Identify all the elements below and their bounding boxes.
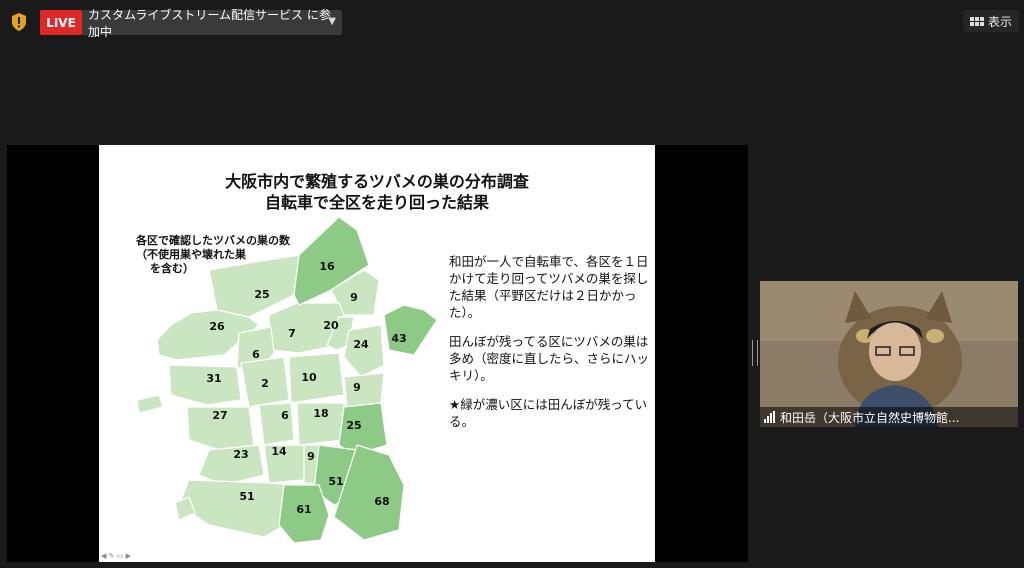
participant-name: 和田岳（大阪市立自然史博物館... bbox=[780, 410, 960, 425]
chevron-down-icon: ▼ bbox=[328, 16, 336, 27]
ward-count-label: 6 bbox=[252, 348, 260, 361]
ward-count-label: 2 bbox=[261, 377, 269, 390]
ward-small-west bbox=[136, 394, 164, 414]
slide-paragraph-3: ★緑が濃い区には田んぼが残っている。 bbox=[449, 397, 648, 429]
ward-count-label: 6 bbox=[281, 409, 289, 422]
slide-paragraph-2: 田んぼが残ってる区にツバメの巣は多め（密度に直したら、さらにハッキリ）。 bbox=[449, 334, 650, 383]
ward-count-label: 9 bbox=[350, 291, 358, 304]
ward-count-label: 25 bbox=[346, 419, 361, 432]
shield-icon[interactable] bbox=[10, 12, 28, 32]
participant-name-bar: 和田岳（大阪市立自然史博物館... bbox=[760, 407, 1018, 427]
ward-count-label: 25 bbox=[254, 288, 269, 301]
ward-23 bbox=[198, 444, 265, 486]
ward-count-label: 68 bbox=[374, 495, 389, 508]
ward-count-label: 43 bbox=[391, 332, 406, 345]
ward-count-label: 26 bbox=[209, 320, 225, 333]
map-caption-line1: 各区で確認したツバメの巣の数 bbox=[136, 234, 290, 247]
ward-24 bbox=[343, 324, 385, 378]
grid-icon bbox=[969, 16, 984, 26]
panel-splitter[interactable] bbox=[752, 340, 758, 366]
map-caption-line2: （不使用巣や壊れた巣 bbox=[136, 248, 246, 261]
live-badge[interactable]: LIVE bbox=[40, 10, 82, 35]
participant-video-frame bbox=[760, 281, 1018, 427]
ward-count-label: 14 bbox=[271, 445, 287, 458]
slide-body-text: 和田が一人で自転車で、各区を１日かけて走り回ってツバメの巣を探した結果（平野区だ… bbox=[449, 253, 649, 442]
ward-count-label: 20 bbox=[323, 319, 339, 332]
slide-paragraph-1: 和田が一人で自転車で、各区を１日かけて走り回ってツバメの巣を探した結果（平野区だ… bbox=[449, 254, 649, 320]
ward-43 bbox=[383, 304, 438, 356]
view-button[interactable]: 表示 bbox=[963, 10, 1019, 32]
ward-count-label: 18 bbox=[313, 407, 328, 420]
slide-nav-controls[interactable]: ◀ ✎ ▭ ▶ bbox=[101, 552, 131, 560]
signal-bars-icon bbox=[764, 411, 775, 423]
ward-31 bbox=[168, 364, 242, 406]
live-stream-dropdown[interactable]: カスタムライブストリーム配信サービス に参加中 ▼ bbox=[82, 8, 342, 39]
ward-count-label: 24 bbox=[353, 338, 369, 351]
ward-count-label: 61 bbox=[296, 503, 311, 516]
ward-count-label: 9 bbox=[307, 450, 315, 463]
ward-51a bbox=[178, 479, 295, 538]
participant-video[interactable]: 和田岳（大阪市立自然史博物館... bbox=[760, 281, 1018, 427]
ward-9b bbox=[343, 372, 385, 408]
map-caption: 各区で確認したツバメの巣の数 （不使用巣や壊れた巣 を含む） bbox=[136, 234, 290, 276]
map-caption-line3: を含む） bbox=[150, 262, 194, 275]
ward-count-label: 31 bbox=[206, 372, 221, 385]
live-status-label: カスタムライブストリーム配信サービス に参加中 bbox=[88, 7, 331, 39]
ward-count-label: 7 bbox=[288, 327, 296, 340]
ward-count-label: 27 bbox=[212, 409, 227, 422]
ward-count-label: 10 bbox=[301, 371, 317, 384]
ward-count-label: 23 bbox=[233, 448, 248, 461]
ward-count-label: 9 bbox=[353, 381, 361, 394]
ward-count-label: 16 bbox=[319, 260, 335, 273]
presentation-slide: 大阪市内で繁殖するツバメの巣の分布調査 自転車で全区を走り回った結果 16 25… bbox=[99, 145, 655, 562]
ward-count-label: 51 bbox=[328, 475, 343, 488]
shared-screen: 大阪市内で繁殖するツバメの巣の分布調査 自転車で全区を走り回った結果 16 25… bbox=[7, 145, 748, 562]
ward-count-label: 51 bbox=[239, 490, 254, 503]
view-button-label: 表示 bbox=[987, 14, 1012, 29]
